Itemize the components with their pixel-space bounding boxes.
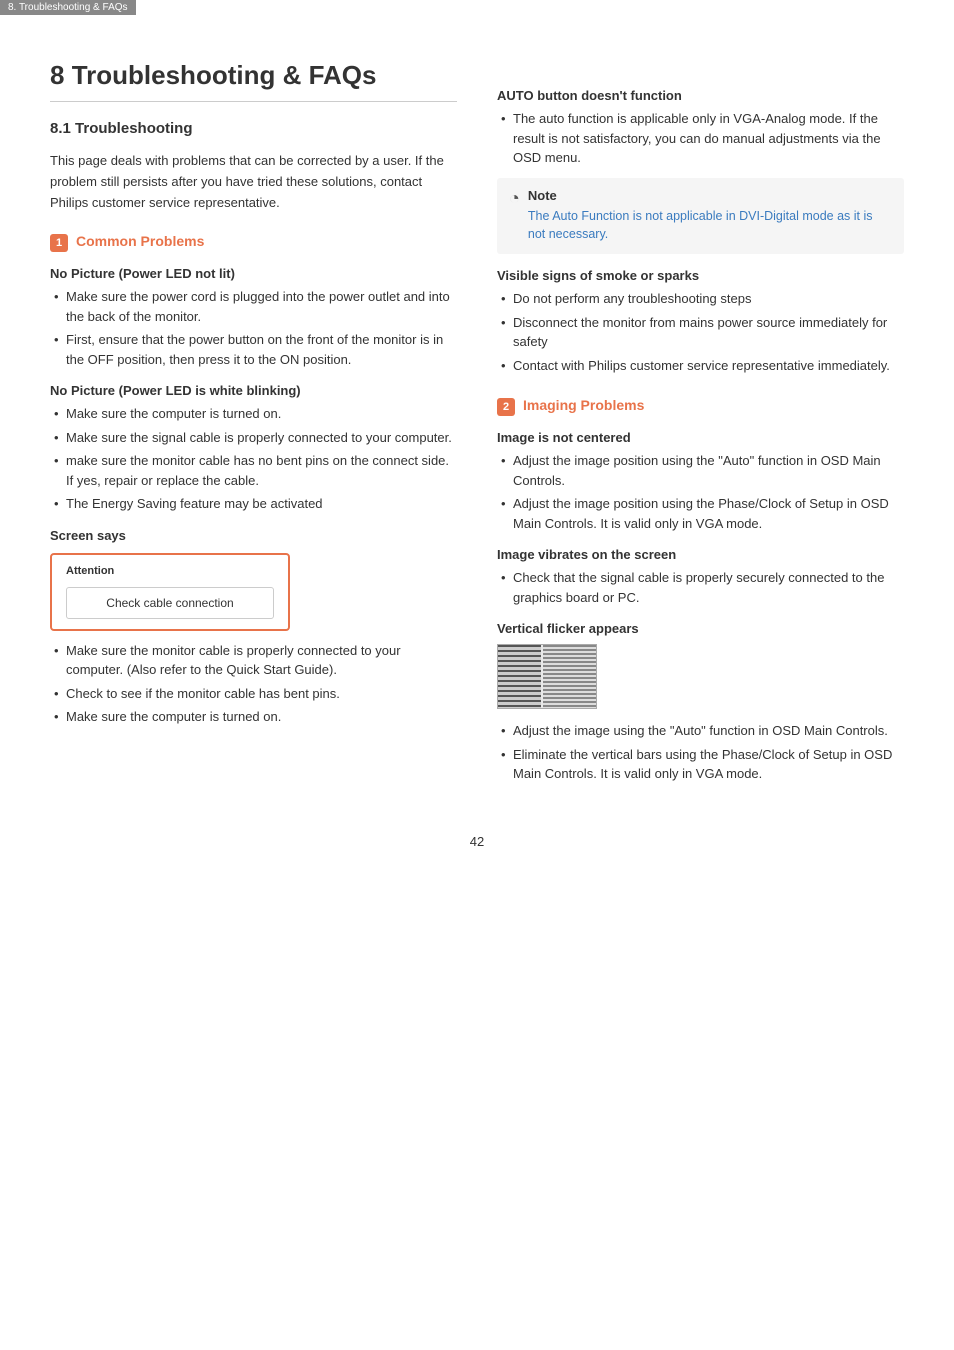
flicker-right-bars [543,645,596,708]
list-item: Make sure the monitor cable is properly … [50,641,457,680]
list-item: Make sure the computer is turned on. [50,707,457,727]
list-item: Eliminate the vertical bars using the Ph… [497,745,904,784]
vertical-flicker-image [497,644,597,709]
smoke-sparks-list: Do not perform any troubleshooting steps… [497,289,904,375]
note-icon: ◔ [509,188,520,210]
section1-badge: 1 [50,234,68,252]
right-column: AUTO button doesn't function The auto fu… [497,40,904,794]
image-vibrates-title: Image vibrates on the screen [497,547,904,562]
list-item: make sure the monitor cable has no bent … [50,451,457,490]
note-text: The Auto Function is not applicable in D… [528,207,892,245]
check-cable-box: Check cable connection [66,587,274,619]
section2-title: Imaging Problems [523,397,644,413]
intro-text: This page deals with problems that can b… [50,151,457,213]
list-item: The Energy Saving feature may be activat… [50,494,457,514]
auto-button-list: The auto function is applicable only in … [497,109,904,168]
vertical-flicker-title: Vertical flicker appears [497,621,904,636]
subsection-nopicture-blink: No Picture (Power LED is white blinking) [50,383,457,398]
section1-header: 1 Common Problems [50,233,457,252]
nopicture-led-list: Make sure the power cord is plugged into… [50,287,457,369]
image-not-centered-list: Adjust the image position using the "Aut… [497,451,904,533]
list-item: The auto function is applicable only in … [497,109,904,168]
note-title: Note [528,188,892,203]
page-tab: 8. Troubleshooting & FAQs [0,0,136,15]
list-item: First, ensure that the power button on t… [50,330,457,369]
page-number: 42 [50,834,904,849]
list-item: Check that the signal cable is properly … [497,568,904,607]
list-item: Make sure the power cord is plugged into… [50,287,457,326]
screen-says-label: Screen says [50,528,457,543]
note-box: ◔ Note The Auto Function is not applicab… [497,178,904,255]
list-item: Make sure the computer is turned on. [50,404,457,424]
screen-says-list: Make sure the monitor cable is properly … [50,641,457,727]
chapter-title: 8 Troubleshooting & FAQs [50,60,457,91]
nopicture-blink-list: Make sure the computer is turned on. Mak… [50,404,457,514]
list-item: Disconnect the monitor from mains power … [497,313,904,352]
note-content: Note The Auto Function is not applicable… [528,188,892,245]
image-not-centered-title: Image is not centered [497,430,904,445]
list-item: Check to see if the monitor cable has be… [50,684,457,704]
section2-badge: 2 [497,398,515,416]
auto-button-title: AUTO button doesn't function [497,88,904,103]
attention-label: Attention [66,565,274,577]
image-vibrates-list: Check that the signal cable is properly … [497,568,904,607]
list-item: Do not perform any troubleshooting steps [497,289,904,309]
screen-says-box: Attention Check cable connection [50,553,290,631]
list-item: Adjust the image position using the Phas… [497,494,904,533]
flicker-left-bars [498,645,541,708]
smoke-sparks-title: Visible signs of smoke or sparks [497,268,904,283]
list-item: Adjust the image using the "Auto" functi… [497,721,904,741]
list-item: Make sure the signal cable is properly c… [50,428,457,448]
vertical-flicker-list: Adjust the image using the "Auto" functi… [497,721,904,784]
subsection-nopicture-led: No Picture (Power LED not lit) [50,266,457,281]
left-column: 8 Troubleshooting & FAQs 8.1 Troubleshoo… [50,40,457,794]
section81-title: 8.1 Troubleshooting [50,120,457,137]
section2-header: 2 Imaging Problems [497,397,904,416]
section1-title: Common Problems [76,233,204,249]
list-item: Contact with Philips customer service re… [497,356,904,376]
list-item: Adjust the image position using the "Aut… [497,451,904,490]
